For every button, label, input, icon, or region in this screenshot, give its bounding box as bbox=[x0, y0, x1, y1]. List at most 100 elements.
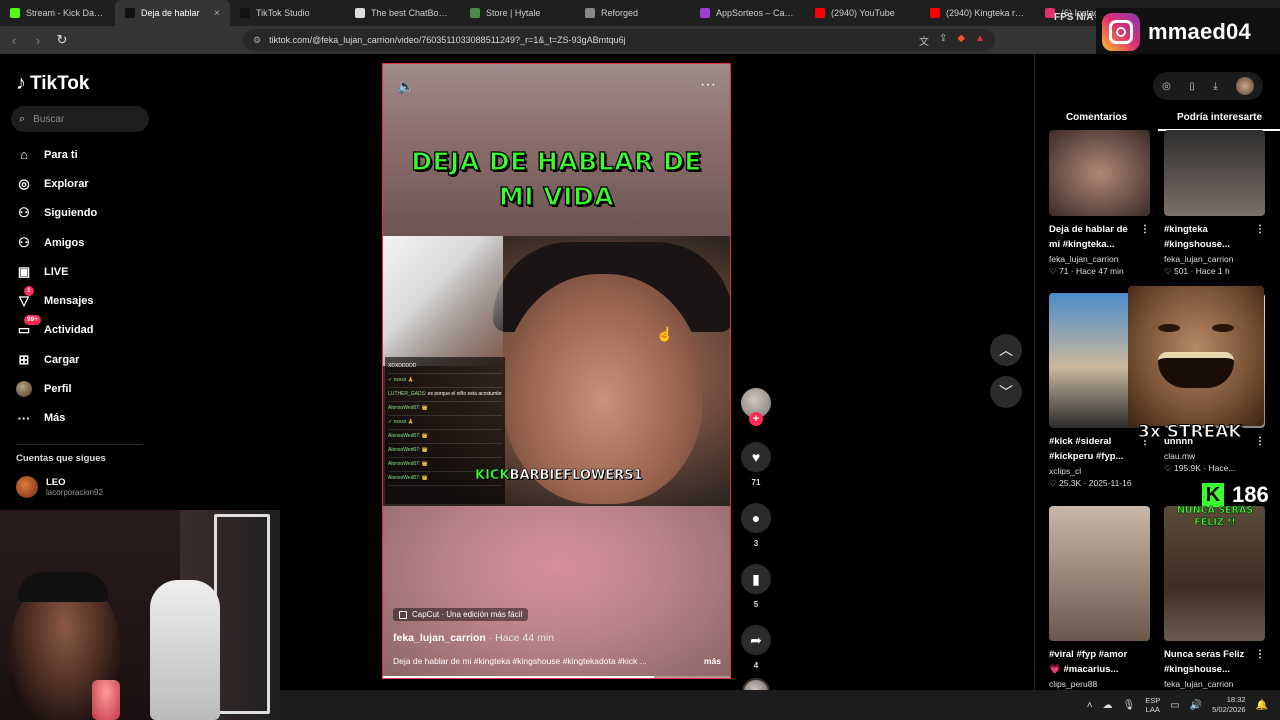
video-player[interactable]: DEJA DE HABLAR DE MI VIDA XDXDDDDD ✓ nxxx… bbox=[382, 63, 731, 679]
account-name: LEO bbox=[46, 477, 66, 488]
tab-title: Reforged bbox=[601, 8, 639, 18]
sidebar-item-label: Para ti bbox=[44, 148, 78, 161]
download-icon[interactable]: ⤓ bbox=[1213, 81, 1217, 92]
previous-video-button[interactable]: ︿ bbox=[990, 334, 1022, 366]
network-icon[interactable]: ▭ bbox=[1170, 700, 1179, 711]
video-thumbnail[interactable] bbox=[1049, 506, 1150, 641]
video-description-row: Deja de hablar de mi #kingteka #kingshou… bbox=[393, 656, 721, 666]
site-settings-icon[interactable]: ⚙ bbox=[253, 35, 261, 46]
browser-tab[interactable]: Store | Hytale bbox=[460, 0, 575, 26]
brave-shield-icon[interactable]: ◆ bbox=[957, 33, 965, 48]
url-text[interactable]: tiktok.com/@feka_lujan_carrion/video/760… bbox=[269, 35, 626, 45]
sidebar-item-ms[interactable]: ··· Más bbox=[16, 404, 156, 433]
microphone-icon[interactable]: 🎙 bbox=[1123, 700, 1136, 711]
browser-tab[interactable]: TikTok Studio bbox=[230, 0, 345, 26]
phone-icon[interactable]: ▯ bbox=[1189, 81, 1195, 92]
video-thumbnail[interactable] bbox=[1164, 130, 1265, 216]
back-icon[interactable]: ‹ bbox=[4, 30, 24, 50]
video-progress-bar[interactable] bbox=[383, 676, 730, 678]
browser-tab[interactable]: Reforged bbox=[575, 0, 690, 26]
panel-tabs: Comentarios Podría interesarte bbox=[1035, 112, 1280, 131]
sidebar-item-amigos[interactable]: ⚇ Amigos bbox=[16, 228, 156, 257]
reload-icon[interactable]: ↻ bbox=[52, 30, 72, 50]
more-vertical-icon[interactable]: ⋮ bbox=[1255, 222, 1265, 237]
compass-icon[interactable]: ◎ bbox=[1162, 81, 1171, 92]
avatar[interactable] bbox=[1235, 77, 1254, 95]
card-author[interactable]: clips_peru88 bbox=[1049, 679, 1150, 689]
tab-title: The best ChatBot and bbox=[371, 8, 450, 18]
follow-plus-icon[interactable]: + bbox=[749, 412, 763, 426]
chevron-up-icon: ︿ bbox=[999, 342, 1013, 358]
sidebar-item-perfil[interactable]: Perfil bbox=[16, 374, 156, 403]
cloud-icon[interactable]: ☁ bbox=[1103, 700, 1113, 711]
rewards-icon[interactable]: ▲ bbox=[975, 33, 985, 48]
address-bar[interactable]: ⚙ tiktok.com/@feka_lujan_carrion/video/7… bbox=[243, 29, 995, 51]
notifications-icon[interactable]: 🔔 bbox=[1256, 700, 1268, 711]
card-author[interactable]: xclips_cl bbox=[1049, 466, 1150, 476]
like-action[interactable]: ♥ 71 bbox=[739, 442, 773, 487]
search-box[interactable]: ⌕ bbox=[11, 106, 149, 132]
sidebar-item-mensajes[interactable]: ▽ 1 Mensajes bbox=[16, 286, 156, 315]
video-card[interactable]: #viral #fyp #amor 💗 #macarius... clips_p… bbox=[1049, 506, 1150, 689]
save-action[interactable]: ▮ 5 bbox=[739, 564, 773, 609]
comment-action[interactable]: ● 3 bbox=[739, 503, 773, 548]
video-card[interactable]: Deja de hablar de mi #kingteka... ⋮ feka_… bbox=[1049, 130, 1150, 277]
more-link[interactable]: más bbox=[704, 656, 721, 666]
video-card[interactable]: Nunca seras Feliz #kingshouse... ⋮ feka_l… bbox=[1164, 506, 1265, 689]
sidebar-item-parati[interactable]: ⌂ Para ti bbox=[16, 140, 156, 169]
more-vertical-icon[interactable]: ⋮ bbox=[1255, 434, 1265, 449]
card-author[interactable]: feka_lujan_carrion bbox=[1049, 254, 1150, 264]
sidebar-item-live[interactable]: ▣ LIVE bbox=[16, 257, 156, 286]
volume-icon[interactable]: 🔈 bbox=[397, 78, 414, 95]
video-description: Deja de hablar de mi #kingteka #kingshou… bbox=[393, 656, 647, 666]
video-actions: + ♥ 71 ● 3 ▮ 5 ➦ 4 bbox=[739, 388, 773, 706]
browser-tab[interactable]: (2940) Kingteka reacci bbox=[920, 0, 1035, 26]
share-arrow-icon[interactable]: ➦ bbox=[741, 625, 771, 655]
share-action[interactable]: ➦ 4 bbox=[739, 625, 773, 670]
video-author[interactable]: feka_lujan_carrion bbox=[393, 632, 486, 644]
capcut-icon bbox=[399, 610, 407, 619]
card-author[interactable]: feka_lujan_carrion bbox=[1164, 679, 1265, 689]
card-author[interactable]: clau.mw bbox=[1164, 451, 1265, 461]
chat-user: ✓ nxxxz bbox=[388, 419, 407, 425]
capcut-badge[interactable]: CapCut · Una edición más fácil bbox=[393, 608, 529, 621]
browser-tab[interactable]: Deja de hablar × bbox=[115, 0, 230, 26]
sidebar-item-siguiendo[interactable]: ⚇ Siguiendo bbox=[16, 199, 156, 228]
search-input[interactable] bbox=[33, 113, 134, 125]
sidebar-item-actividad[interactable]: ▭ 99+ Actividad bbox=[16, 315, 156, 345]
chat-message: ✓ nxxxz 🙏 bbox=[388, 416, 502, 430]
comment-icon[interactable]: ● bbox=[741, 503, 771, 533]
heart-icon[interactable]: ♥ bbox=[741, 442, 771, 472]
more-options-icon[interactable]: ··· bbox=[700, 76, 716, 94]
creator-avatar[interactable]: + bbox=[741, 388, 771, 426]
more-vertical-icon[interactable]: ⋮ bbox=[1255, 647, 1265, 662]
video-thumbnail[interactable] bbox=[1049, 130, 1150, 216]
language-indicator[interactable]: ESP LAA bbox=[1145, 696, 1160, 714]
forward-icon[interactable]: › bbox=[28, 30, 48, 50]
clock[interactable]: 18:32 5/02/2026 bbox=[1212, 695, 1245, 715]
more-vertical-icon[interactable]: ⋮ bbox=[1140, 222, 1150, 237]
tab-podria-interesarte[interactable]: Podría interesarte bbox=[1158, 112, 1280, 131]
close-tab-icon[interactable]: × bbox=[214, 8, 220, 19]
browser-tab[interactable]: (2940) YouTube bbox=[805, 0, 920, 26]
following-account[interactable]: LEO lacorporacion92 bbox=[16, 476, 103, 498]
chevron-up-icon[interactable]: ˄ bbox=[1087, 700, 1093, 711]
browser-tab[interactable]: The best ChatBot and bbox=[345, 0, 460, 26]
browser-tab[interactable]: AppSorteos – Cara o C bbox=[690, 0, 805, 26]
browser-tab[interactable]: Stream - Kick Dashb bbox=[0, 0, 115, 26]
home-icon: ⌂ bbox=[20, 147, 28, 163]
tiktok-logo[interactable]: ♪ TikTok bbox=[16, 72, 89, 95]
mouse-cursor-icon: ☝ bbox=[656, 326, 674, 342]
chat-text: 👑 bbox=[421, 433, 429, 439]
sidebar-item-cargar[interactable]: ⊞ Cargar bbox=[16, 345, 156, 374]
bookmark-icon[interactable]: ▮ bbox=[741, 564, 771, 594]
sidebar-item-explorar[interactable]: ◎ Explorar bbox=[16, 169, 156, 198]
share-icon[interactable]: ⇪ bbox=[939, 33, 947, 48]
tab-favicon-icon bbox=[815, 8, 825, 18]
card-author[interactable]: feka_lujan_carrion bbox=[1164, 254, 1265, 264]
tab-comentarios[interactable]: Comentarios bbox=[1035, 112, 1158, 131]
video-card[interactable]: #kingteka #kingshouse... ⋮ feka_lujan_car… bbox=[1164, 130, 1265, 277]
translate-icon[interactable]: 文 bbox=[919, 33, 929, 48]
volume-icon[interactable]: 🔊 bbox=[1190, 700, 1202, 711]
next-video-button[interactable]: ﹀ bbox=[990, 376, 1022, 408]
